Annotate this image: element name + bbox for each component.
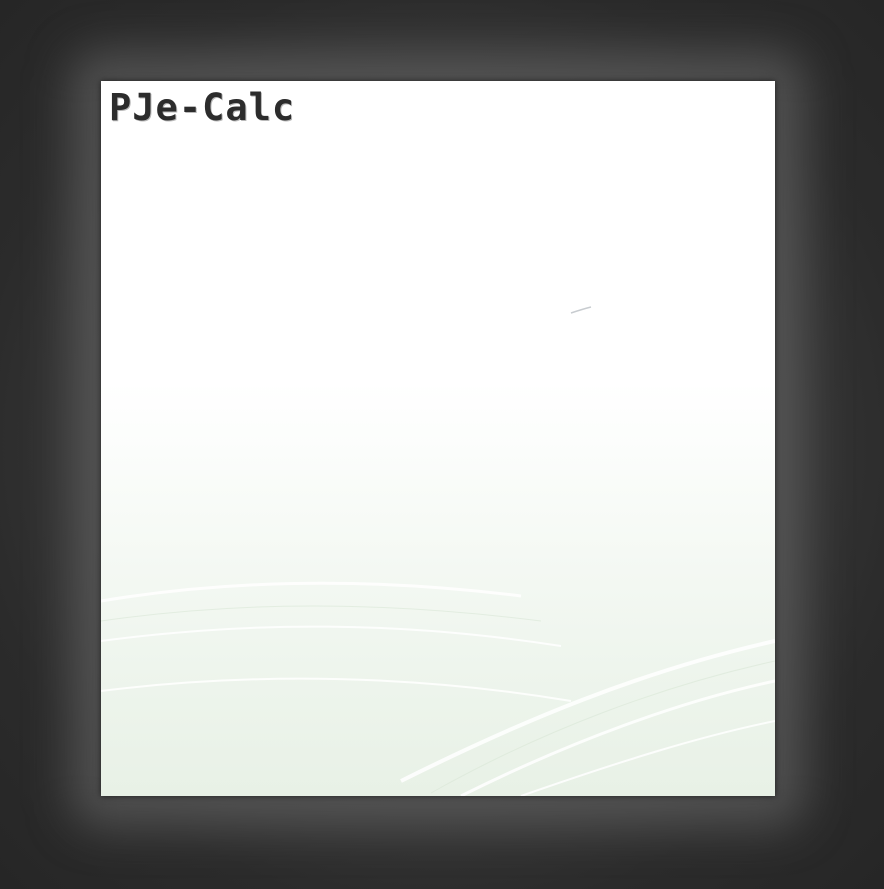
background-waves bbox=[101, 581, 775, 796]
app-title: PJe-Calc bbox=[109, 86, 296, 129]
splash-screen: PJe-Calc bbox=[101, 81, 775, 796]
feather-icon bbox=[570, 306, 592, 314]
